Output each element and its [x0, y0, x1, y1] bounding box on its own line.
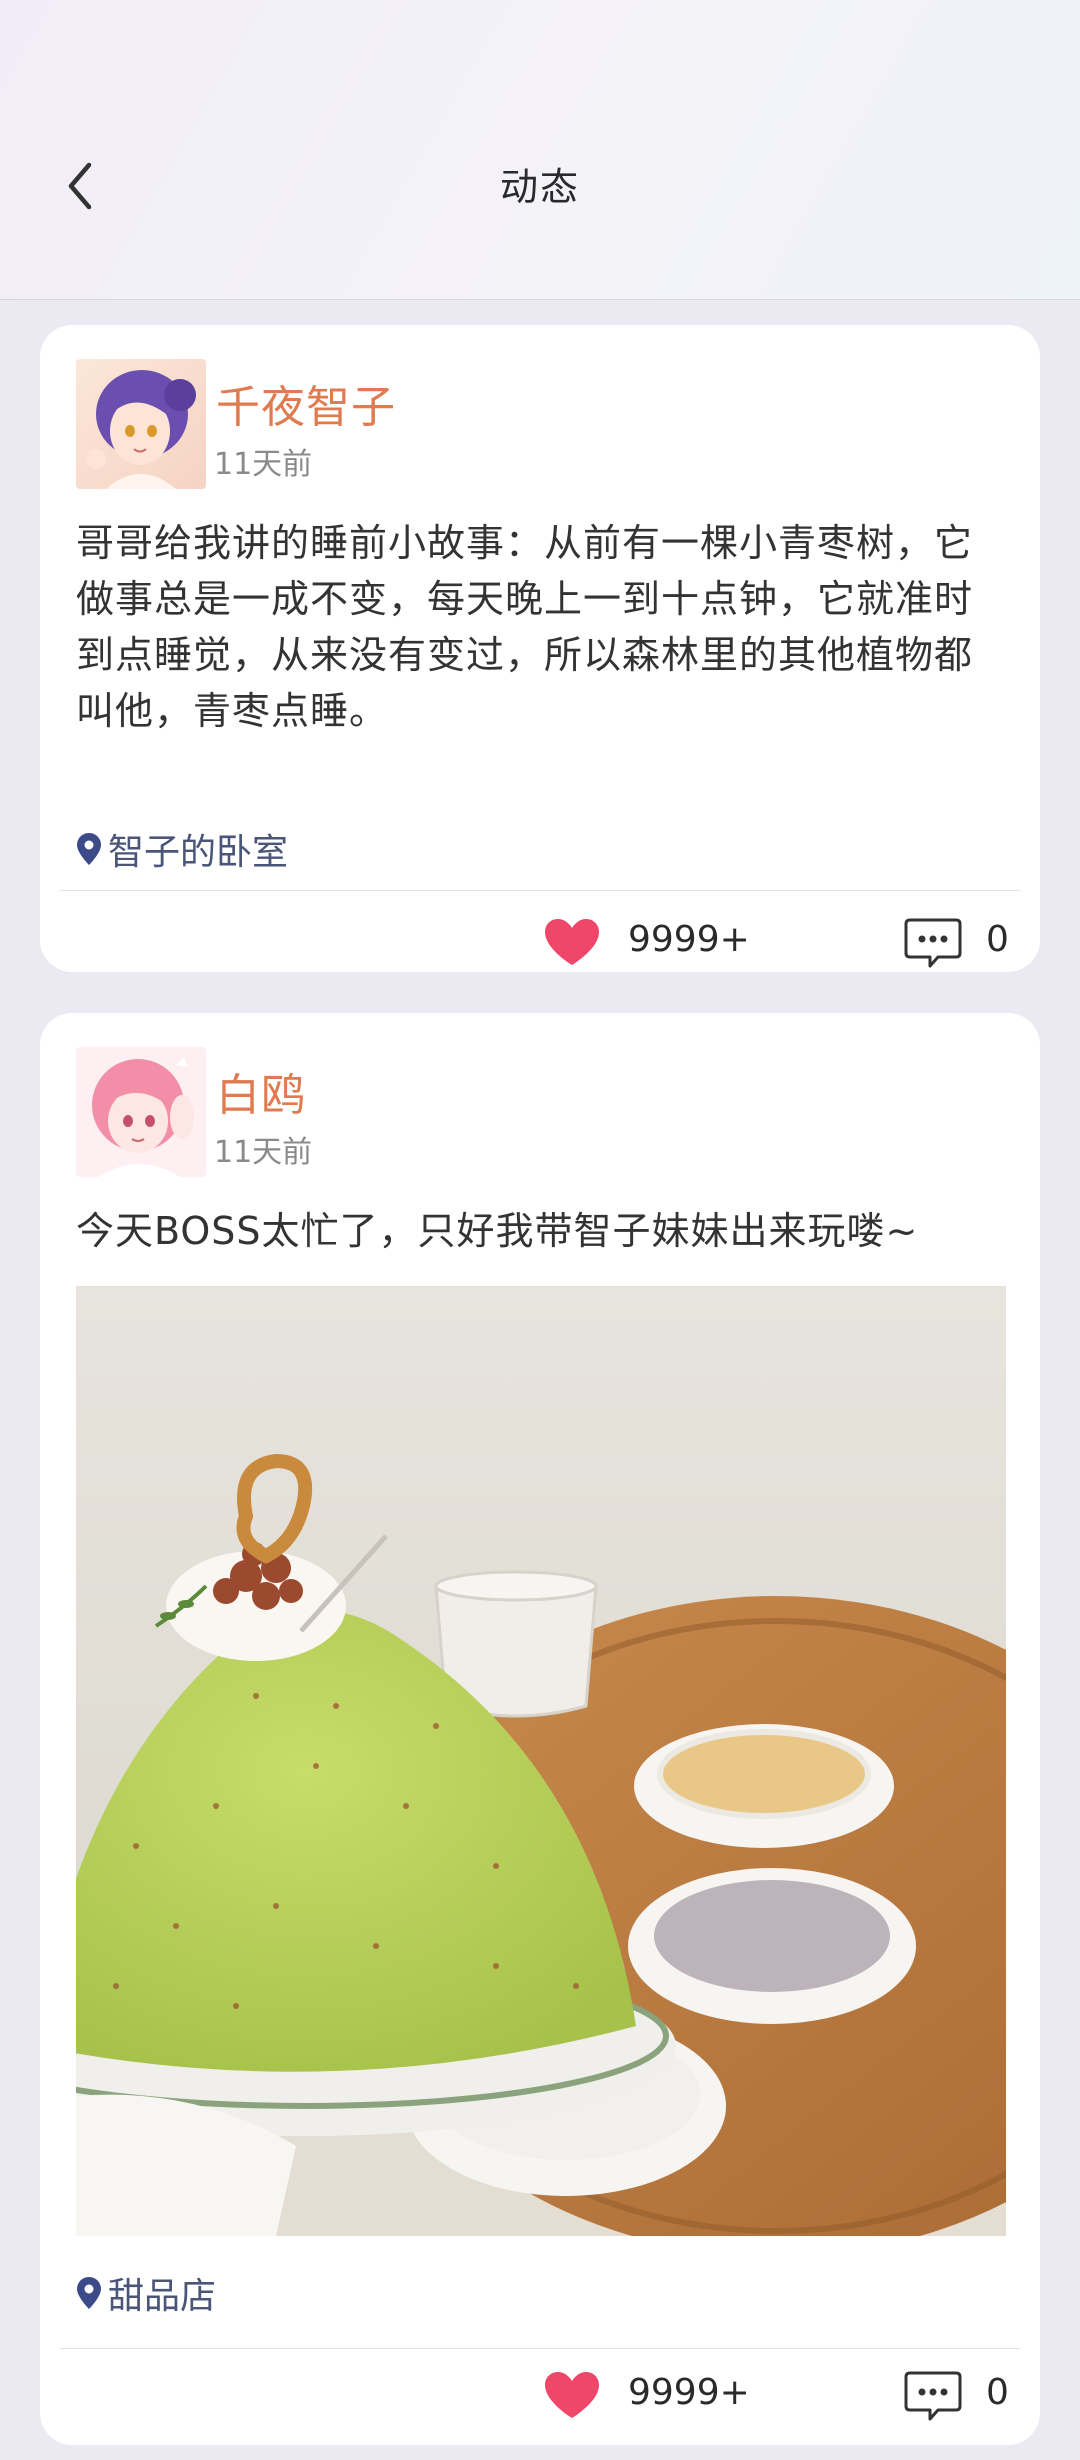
- post-card: 白鸥 11天前 今天BOSS太忙了，只好我带智子妹妹出来玩喽~ 甜品店 9999…: [40, 1013, 1040, 2445]
- comment-count: 0: [986, 919, 1009, 960]
- location-label: 智子的卧室: [108, 832, 289, 873]
- location-pin-icon: [77, 2277, 101, 2309]
- author-name[interactable]: 千夜智子: [216, 371, 396, 435]
- location[interactable]: 甜品店: [76, 2267, 216, 2319]
- comment-count: 0: [986, 2372, 1009, 2413]
- divider: [60, 2348, 1020, 2349]
- avatar[interactable]: [76, 1047, 206, 1177]
- comment-icon: [904, 918, 962, 968]
- divider: [60, 890, 1020, 891]
- avatar[interactable]: [76, 359, 206, 489]
- like-button[interactable]: [542, 2370, 602, 2420]
- like-count: 9999+: [628, 919, 750, 960]
- location[interactable]: 智子的卧室: [76, 823, 288, 875]
- comment-icon: [904, 2371, 962, 2421]
- post-time: 11天前: [214, 1135, 313, 1170]
- comment-button[interactable]: [904, 2370, 962, 2422]
- location-label: 甜品店: [108, 2276, 217, 2317]
- author-name[interactable]: 白鸥: [216, 1059, 306, 1123]
- comment-button[interactable]: [904, 917, 962, 969]
- like-count: 9999+: [628, 2372, 750, 2413]
- post-text: 今天BOSS太忙了，只好我带智子妹妹出来玩喽~: [76, 1209, 919, 1253]
- post-photo[interactable]: [76, 1286, 1006, 2236]
- post-time: 11天前: [214, 447, 313, 482]
- heart-icon: [545, 919, 599, 965]
- post-text: 哥哥给我讲的睡前小故事：从前有一棵小青枣树，它做事总是一成不变，每天晚上一到十点…: [76, 521, 974, 733]
- top-bar: 动态: [0, 0, 1080, 300]
- like-button[interactable]: [542, 917, 602, 967]
- page-title: 动态: [499, 165, 580, 209]
- post-card: 千夜智子 11天前 哥哥给我讲的睡前小故事：从前有一棵小青枣树，它做事总是一成不…: [40, 325, 1040, 972]
- heart-icon: [545, 2372, 599, 2418]
- location-pin-icon: [77, 833, 101, 865]
